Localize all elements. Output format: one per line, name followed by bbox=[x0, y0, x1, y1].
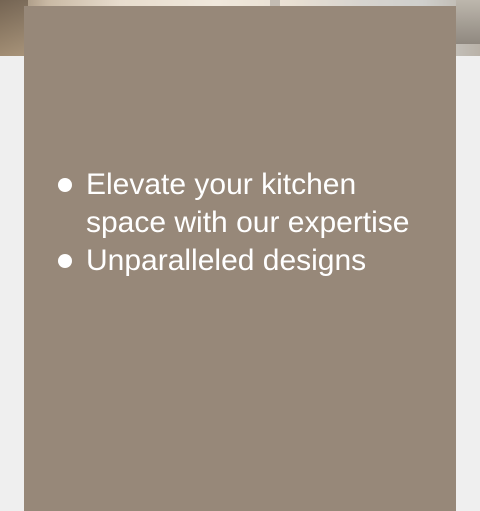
feature-text: Unparalleled designs bbox=[86, 244, 367, 277]
feature-text: Elevate your kitchen space with our expe… bbox=[86, 168, 410, 239]
photo-shadow-right bbox=[456, 0, 480, 44]
feature-list-item: Unparalleled designs bbox=[58, 242, 416, 280]
bullet-dot-icon bbox=[58, 178, 72, 192]
feature-list-item: Elevate your kitchen space with our expe… bbox=[58, 166, 416, 242]
bullet-dot-icon bbox=[58, 254, 72, 268]
feature-list: Elevate your kitchen space with our expe… bbox=[58, 166, 416, 280]
